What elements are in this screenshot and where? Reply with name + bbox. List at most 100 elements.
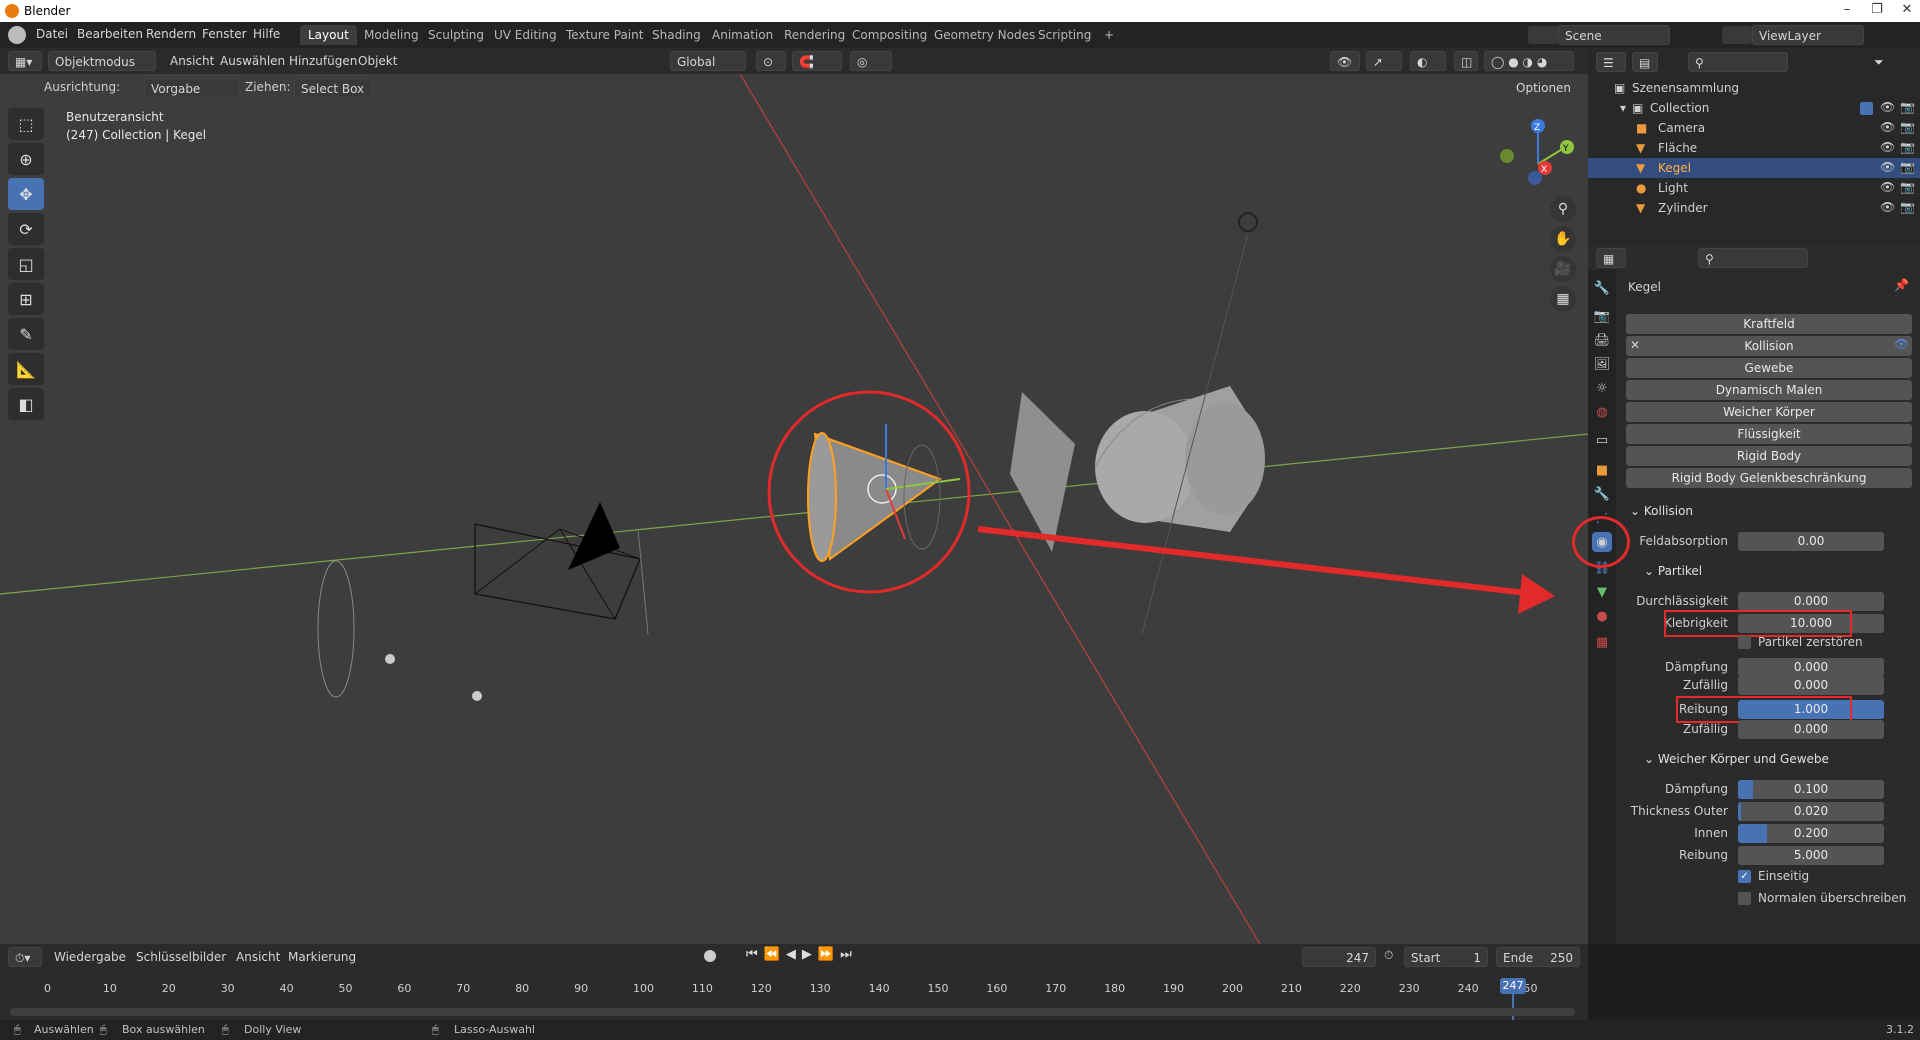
menu-view[interactable]: Ansicht bbox=[230, 947, 286, 967]
menu-marker[interactable]: Markierung bbox=[282, 947, 362, 967]
tab-geometry-nodes[interactable]: Geometry Nodes bbox=[926, 25, 1043, 45]
tab-modeling[interactable]: Modeling bbox=[356, 25, 427, 45]
damping-field[interactable]: 0.000 bbox=[1738, 658, 1884, 677]
timeline-editor-icon[interactable]: ⏱▾ bbox=[8, 947, 42, 967]
blender-menu-icon[interactable] bbox=[8, 26, 26, 44]
physics-force-field-button[interactable]: Kraftfeld bbox=[1626, 314, 1912, 334]
menu-help[interactable]: Hilfe bbox=[253, 27, 280, 41]
properties-search-input[interactable]: ⚲ bbox=[1698, 248, 1808, 268]
eye-icon[interactable]: 👁 bbox=[1880, 160, 1895, 174]
annotate-tool[interactable]: ✎ bbox=[8, 318, 44, 350]
thickness-outer-field[interactable]: 0.020 bbox=[1738, 802, 1884, 821]
world-tab-icon[interactable]: ◍ bbox=[1592, 402, 1612, 422]
view-layer-tab-icon[interactable]: 🖼 bbox=[1592, 354, 1612, 374]
menu-object[interactable]: Objekt bbox=[352, 51, 403, 71]
scene-selector[interactable]: Scene bbox=[1558, 25, 1670, 45]
zoom-icon[interactable]: ⚲ bbox=[1550, 196, 1576, 222]
render-camera-icon[interactable]: 📷 bbox=[1900, 140, 1915, 154]
tab-scripting[interactable]: Scripting bbox=[1030, 25, 1099, 45]
outliner-row-light[interactable]: ● Light 👁 📷 bbox=[1588, 178, 1920, 198]
output-tab-icon[interactable]: 🖨 bbox=[1592, 330, 1612, 350]
field-absorption-field[interactable]: 0.00 bbox=[1738, 532, 1884, 551]
tab-compositing[interactable]: Compositing bbox=[844, 25, 935, 45]
stopwatch-icon[interactable]: ⏱ bbox=[1384, 948, 1393, 963]
render-camera-icon[interactable]: 📷 bbox=[1900, 100, 1915, 114]
data-tab-icon[interactable]: ▼ bbox=[1592, 582, 1612, 602]
orientation-dropdown[interactable]: Vorgabe bbox=[144, 78, 239, 98]
drag-dropdown[interactable]: Select Box bbox=[294, 78, 372, 98]
properties-editor-icon[interactable]: ▦ bbox=[1596, 248, 1626, 268]
timeline-scrollbar[interactable] bbox=[10, 1008, 1575, 1016]
sb-damping-field[interactable]: 0.100 bbox=[1738, 780, 1884, 799]
scale-tool[interactable]: ◱ bbox=[8, 248, 44, 280]
pivot-point-icon[interactable]: ⊙ bbox=[756, 51, 786, 71]
inner-field[interactable]: 0.200 bbox=[1738, 824, 1884, 843]
transform-orientation[interactable]: Global bbox=[670, 51, 746, 71]
transform-tool[interactable]: ⊞ bbox=[8, 283, 44, 315]
render-camera-icon[interactable]: 📷 bbox=[1900, 180, 1915, 194]
physics-dynamic-paint-button[interactable]: Dynamisch Malen bbox=[1626, 380, 1912, 400]
3d-viewport[interactable]: Z Y X Benutzeransicht (247) Collection |… bbox=[0, 74, 1588, 944]
menu-window[interactable]: Fenster bbox=[202, 27, 247, 41]
collision-section-header[interactable]: ⌄ Kollision bbox=[1630, 504, 1693, 518]
overlay-toggle-icon[interactable]: ◐ bbox=[1410, 51, 1446, 71]
xray-icon[interactable]: ◫ bbox=[1454, 51, 1478, 71]
start-frame-field[interactable]: Start 1 bbox=[1404, 947, 1488, 967]
object-tab-icon[interactable]: ■ bbox=[1592, 460, 1612, 480]
modifier-tab-icon[interactable]: 🔧 bbox=[1592, 484, 1612, 504]
move-tool[interactable]: ✥ bbox=[8, 178, 44, 210]
options-dropdown[interactable]: Optionen bbox=[1510, 78, 1577, 98]
sb-friction-field[interactable]: 5.000 bbox=[1738, 846, 1884, 865]
outliner-search-input[interactable]: ⚲ bbox=[1688, 52, 1788, 72]
tab-rendering[interactable]: Rendering bbox=[776, 25, 853, 45]
frame-ruler[interactable]: 0 10 20 30 40 50 60 70 80 90 100 110 120 130 140 150 160… bbox=[0, 980, 1588, 1000]
tab-animation[interactable]: Animation bbox=[704, 25, 781, 45]
physics-collision-button[interactable]: Kollision bbox=[1626, 336, 1912, 356]
snapping-icon[interactable]: 🧲 bbox=[792, 51, 842, 71]
render-camera-icon[interactable]: 📷 bbox=[1900, 160, 1915, 174]
collision-eye-icon[interactable]: 👁 bbox=[1894, 337, 1909, 351]
current-frame-field[interactable]: 247 bbox=[1302, 947, 1376, 967]
maximize-icon[interactable]: ❐ bbox=[1862, 2, 1892, 20]
outliner-row-camera[interactable]: ■ Camera 👁 📷 bbox=[1588, 118, 1920, 138]
close-icon[interactable]: ✕ bbox=[1892, 2, 1920, 20]
outliner-row-plane[interactable]: ▼ Fläche 👁 📷 bbox=[1588, 138, 1920, 158]
damping-random-field[interactable]: 0.000 bbox=[1738, 676, 1884, 695]
menu-keyframes[interactable]: Schlüsselbilder bbox=[130, 947, 232, 967]
outliner-editor-icon[interactable]: ☰ bbox=[1596, 52, 1626, 72]
eye-icon[interactable]: 👁 bbox=[1880, 140, 1895, 154]
remove-collision-icon[interactable]: ✕ bbox=[1630, 338, 1640, 352]
record-icon[interactable] bbox=[704, 950, 716, 962]
measure-tool[interactable]: 📐 bbox=[8, 353, 44, 385]
minimize-icon[interactable]: – bbox=[1832, 2, 1862, 20]
render-camera-icon[interactable]: 📷 bbox=[1900, 120, 1915, 134]
eye-icon[interactable]: 👁 bbox=[1880, 180, 1895, 194]
playhead-label[interactable]: 247 bbox=[1500, 978, 1526, 994]
add-workspace-button[interactable]: + bbox=[1096, 25, 1122, 45]
kill-particles-checkbox[interactable] bbox=[1738, 636, 1751, 649]
physics-rigid-body-constraint-button[interactable]: Rigid Body Gelenkbeschränkung bbox=[1626, 468, 1912, 488]
texture-tab-icon[interactable]: ▦ bbox=[1592, 632, 1612, 652]
softbody-section-header[interactable]: ⌄ Weicher Körper und Gewebe bbox=[1644, 752, 1829, 766]
eye-icon[interactable]: 👁 bbox=[1880, 120, 1895, 134]
view-layer-selector[interactable]: ViewLayer bbox=[1752, 25, 1864, 45]
render-tab-icon[interactable]: 📷 bbox=[1592, 306, 1612, 326]
outliner-row-scene-collection[interactable]: ▣ Szenensammlung bbox=[1588, 78, 1920, 98]
friction-random-field[interactable]: 0.000 bbox=[1738, 720, 1884, 739]
end-frame-field[interactable]: Ende 250 bbox=[1496, 947, 1580, 967]
tab-sculpting[interactable]: Sculpting bbox=[420, 25, 492, 45]
menu-view[interactable]: Ansicht bbox=[164, 51, 220, 71]
menu-playback[interactable]: Wiedergabe bbox=[48, 947, 132, 967]
tab-uv-editing[interactable]: UV Editing bbox=[486, 25, 565, 45]
collection-tab-icon[interactable]: ▭ bbox=[1592, 430, 1612, 450]
eye-icon[interactable]: 👁 bbox=[1880, 100, 1895, 114]
shading-modes[interactable]: ◯ ● ◑ ◕ bbox=[1484, 51, 1574, 71]
render-camera-icon[interactable]: 📷 bbox=[1900, 200, 1915, 214]
add-cube-tool[interactable]: ◧ bbox=[8, 388, 44, 420]
scene-type-icon[interactable] bbox=[1528, 26, 1558, 44]
physics-soft-body-button[interactable]: Weicher Körper bbox=[1626, 402, 1912, 422]
perspective-grid-icon[interactable]: ▦ bbox=[1550, 286, 1576, 312]
playback-controls[interactable]: ⏮⏪◀▶⏩⏭ bbox=[746, 947, 858, 962]
camera-view-icon[interactable]: 🎥 bbox=[1550, 256, 1576, 282]
filter-icon[interactable]: ⏷ bbox=[1868, 52, 1890, 72]
